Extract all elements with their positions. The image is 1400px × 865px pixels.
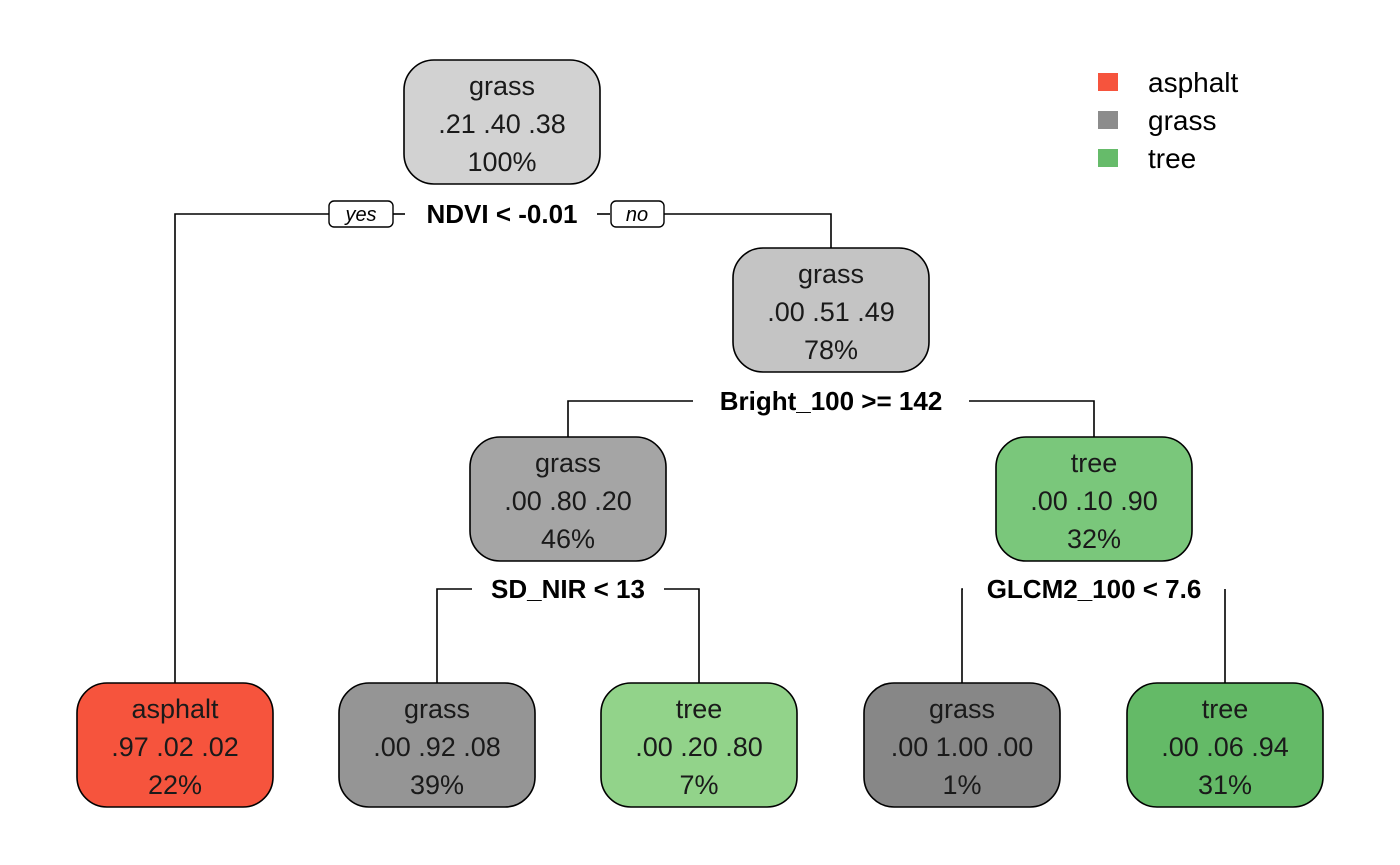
legend-swatch [1098, 73, 1118, 91]
edge-n1-n2 [174, 213, 330, 683]
node-percentage: 7% [679, 770, 718, 800]
legend-swatch [1098, 111, 1118, 129]
node-class-label: grass [535, 448, 601, 478]
tree-node-grass: grass .00 1.00 .00 1% [863, 682, 1061, 808]
node-class-label: asphalt [131, 694, 219, 724]
node-class-label: tree [676, 694, 723, 724]
node-class-label: grass [798, 259, 864, 289]
node-probabilities: .00 1.00 .00 [891, 732, 1034, 762]
node-class-label: grass [929, 694, 995, 724]
tree-node-grass: grass .00 .80 .20 46% [469, 436, 667, 562]
node-probabilities: .00 .92 .08 [373, 732, 501, 762]
split-condition: SD_NIR < 13 [491, 574, 645, 604]
tree-node-tree: tree .00 .20 .80 7% [600, 682, 798, 808]
nodes-layer: grass .21 .40 .38 100% asphalt .97 .02 .02 22… [76, 59, 1324, 808]
node-probabilities: .21 .40 .38 [438, 109, 566, 139]
split-condition: NDVI < -0.01 [426, 199, 577, 229]
no-text: no [626, 204, 648, 226]
node-percentage: 100% [467, 147, 536, 177]
edge-n3-n5 [969, 400, 1095, 437]
tree-node-tree: tree .00 .06 .94 31% [1126, 682, 1324, 808]
node-probabilities: .00 .20 .80 [635, 732, 763, 762]
tree-canvas: grass .21 .40 .38 100% asphalt .97 .02 .02 22… [76, 59, 1324, 808]
edge-n1-n3 [664, 213, 832, 248]
yes-label: yes [328, 200, 394, 228]
split-condition: GLCM2_100 < 7.6 [987, 574, 1202, 604]
tree-node-grass: grass .21 .40 .38 100% [403, 59, 601, 185]
legend-label: grass [1148, 105, 1216, 136]
node-probabilities: .00 .06 .94 [1161, 732, 1289, 762]
edge-n4-n6 [436, 588, 472, 683]
tree-node-grass: grass .00 .92 .08 39% [338, 682, 536, 808]
node-percentage: 46% [541, 524, 595, 554]
legend-item-asphalt: asphalt [1098, 67, 1239, 98]
node-class-label: grass [469, 71, 535, 101]
legend-swatch [1098, 149, 1118, 167]
node-percentage: 1% [942, 770, 981, 800]
yes-text: yes [343, 204, 376, 226]
node-probabilities: .00 .10 .90 [1030, 486, 1158, 516]
node-percentage: 78% [804, 335, 858, 365]
node-probabilities: .00 .51 .49 [767, 297, 895, 327]
tree-node-asphalt: asphalt .97 .02 .02 22% [76, 682, 274, 808]
tree-node-tree: tree .00 .10 .90 32% [995, 436, 1193, 562]
split-condition: Bright_100 >= 142 [720, 386, 943, 416]
legend-label: asphalt [1148, 67, 1239, 98]
node-percentage: 32% [1067, 524, 1121, 554]
tree-node-grass: grass .00 .51 .49 78% [732, 247, 930, 373]
decision-tree-diagram: grass .21 .40 .38 100% asphalt .97 .02 .02 22… [0, 0, 1400, 865]
node-percentage: 39% [410, 770, 464, 800]
legend: asphalt grass tree [1098, 67, 1239, 174]
node-probabilities: .00 .80 .20 [504, 486, 632, 516]
node-percentage: 31% [1198, 770, 1252, 800]
edge-n5-n8 [961, 588, 963, 683]
node-class-label: tree [1202, 694, 1249, 724]
no-label: no [610, 200, 665, 228]
node-class-label: tree [1071, 448, 1118, 478]
node-class-label: grass [404, 694, 470, 724]
edge-n4-n7 [664, 588, 700, 683]
edge-n3-n4 [567, 400, 693, 437]
node-percentage: 22% [148, 770, 202, 800]
legend-label: tree [1148, 143, 1196, 174]
node-probabilities: .97 .02 .02 [111, 732, 239, 762]
legend-item-tree: tree [1098, 143, 1196, 174]
legend-item-grass: grass [1098, 105, 1216, 136]
